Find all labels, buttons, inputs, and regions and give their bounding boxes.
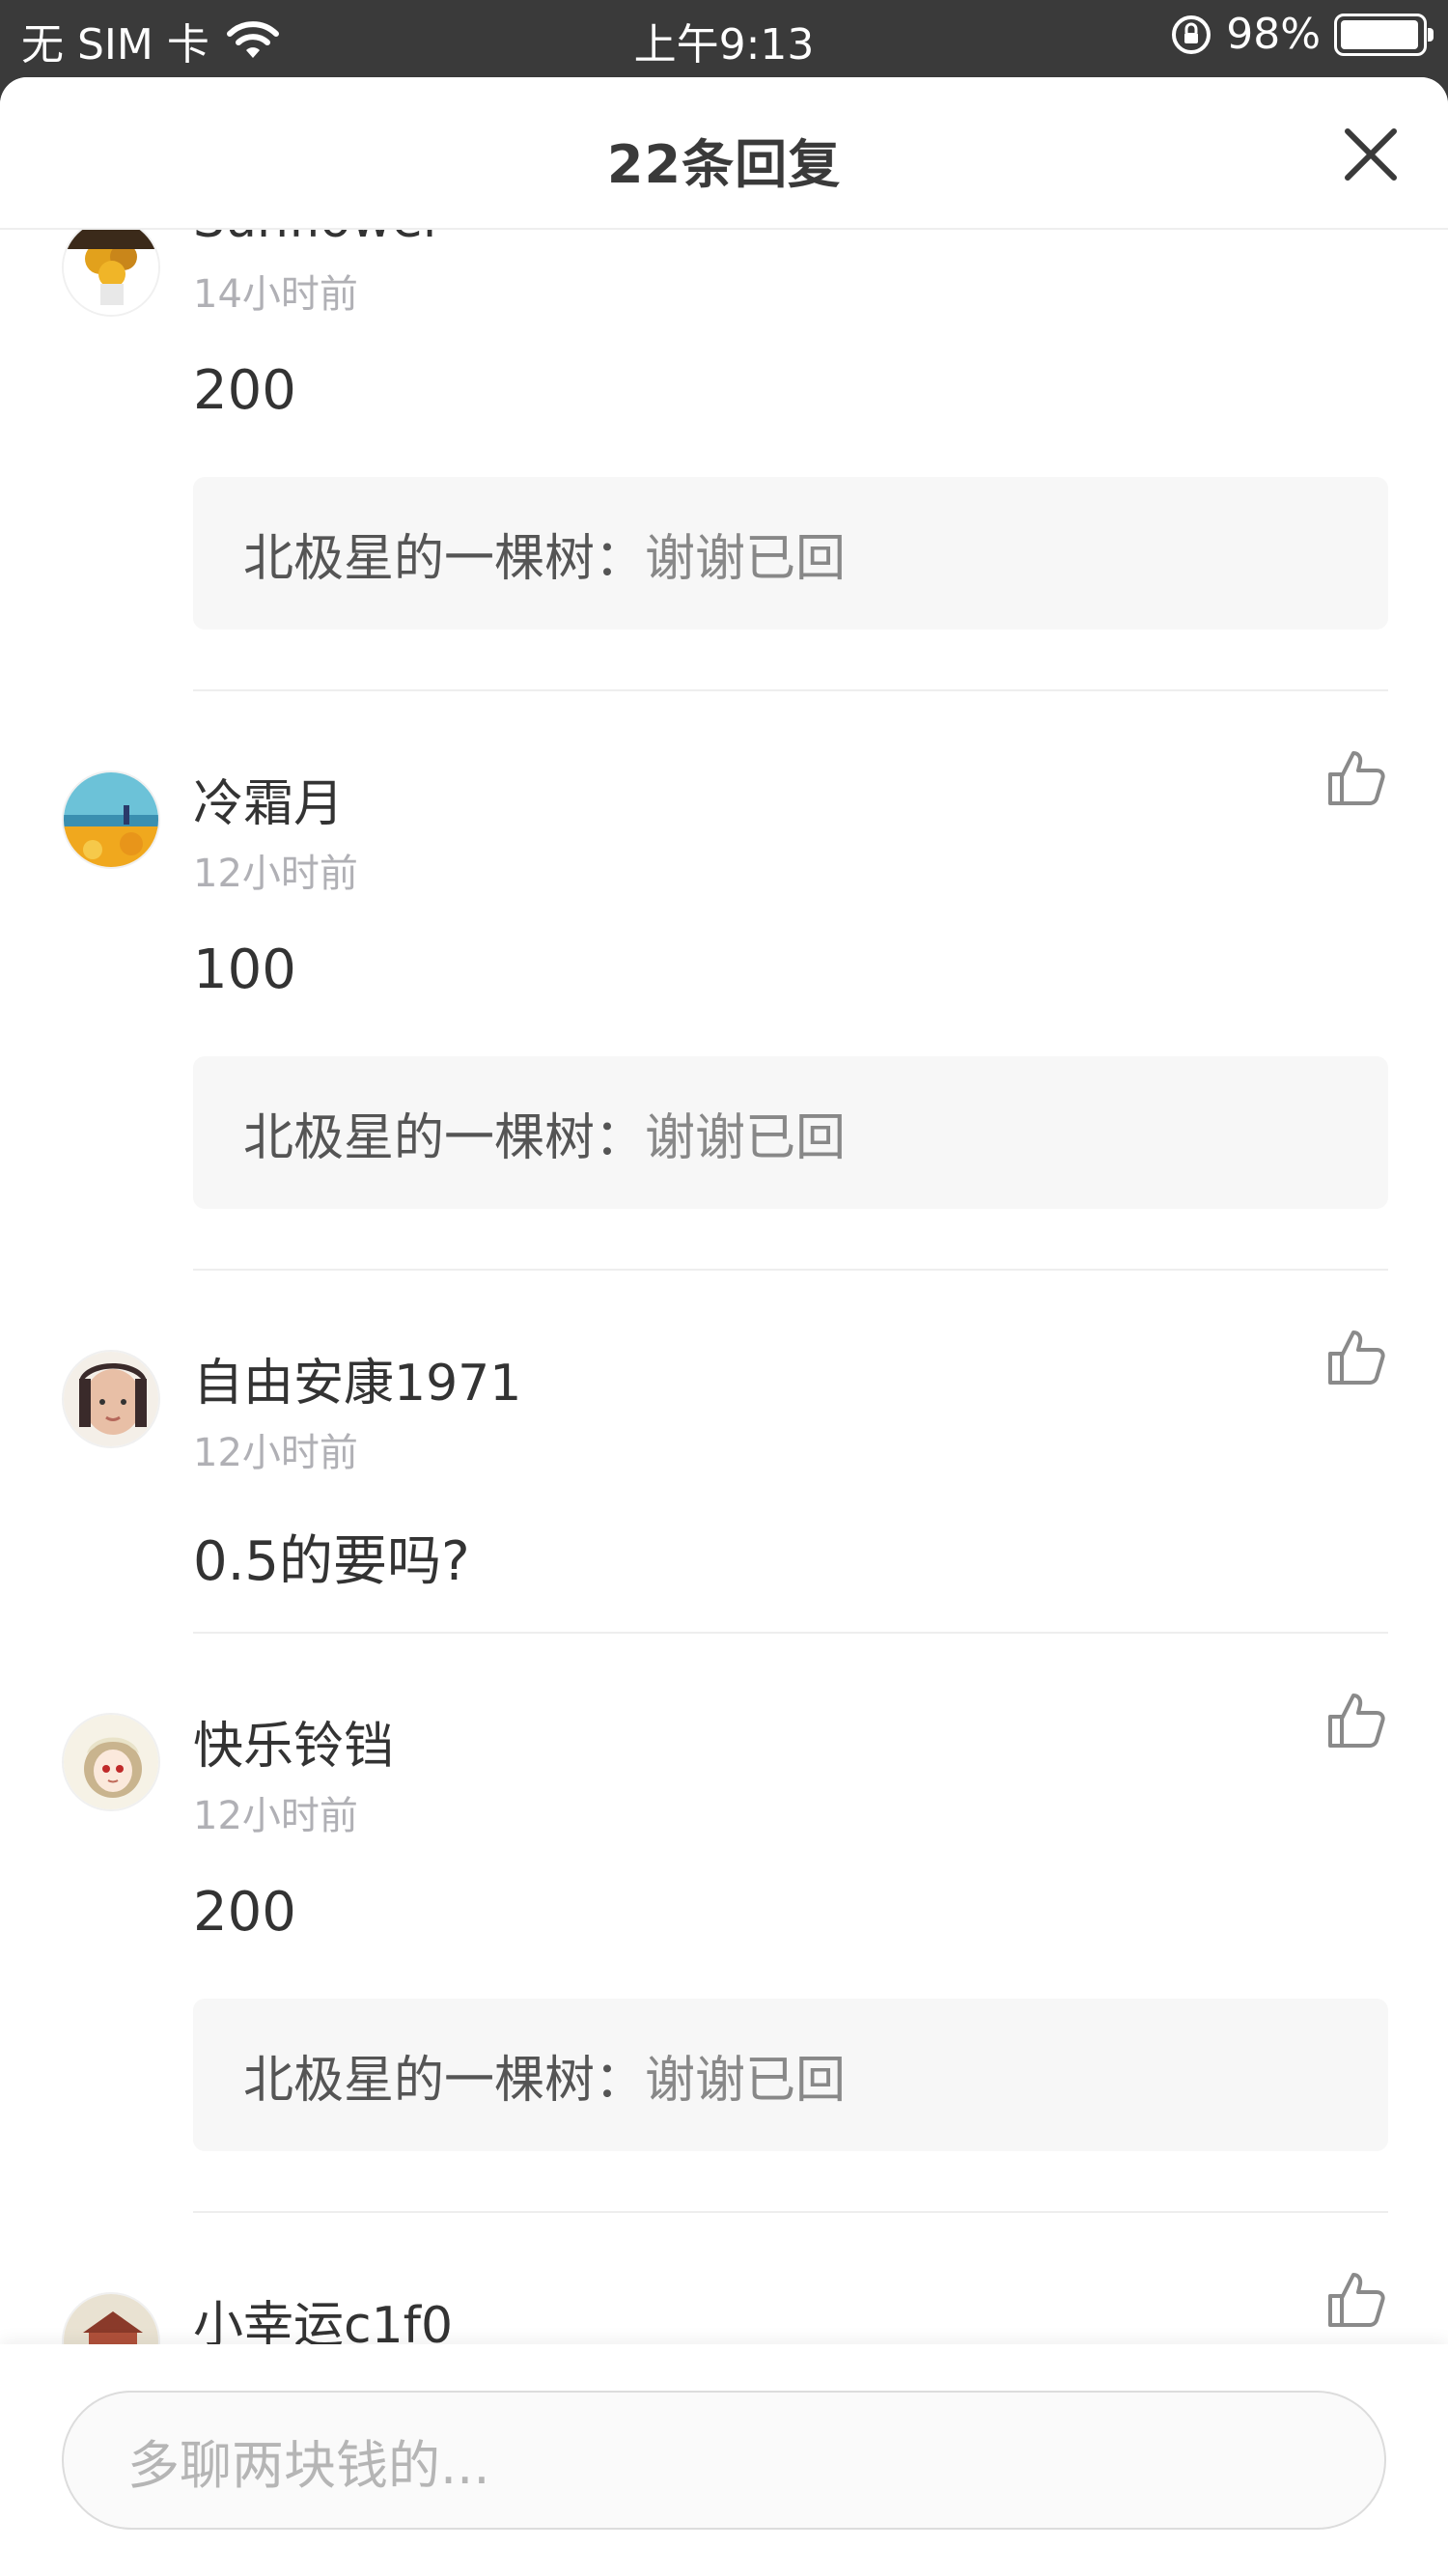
rotation-lock-icon bbox=[1170, 14, 1212, 56]
avatar[interactable] bbox=[62, 218, 160, 317]
comment-content: 200 bbox=[193, 359, 296, 422]
close-icon[interactable] bbox=[1340, 124, 1402, 185]
reply-box[interactable]: 北极星的一棵树： 谢谢已回 bbox=[193, 1056, 1388, 1209]
thumbs-up-icon[interactable] bbox=[1326, 747, 1386, 807]
divider bbox=[193, 689, 1388, 691]
comment-content: 100 bbox=[193, 938, 296, 1001]
reply-author[interactable]: 北极星的一棵树： bbox=[243, 518, 645, 590]
reply-text: 谢谢已回 bbox=[645, 529, 847, 588]
timestamp: 12小时前 bbox=[193, 852, 358, 896]
sheet-header: 22条回复 bbox=[0, 77, 1448, 230]
status-right: 98% bbox=[1170, 10, 1434, 59]
reply-text: 谢谢已回 bbox=[645, 1108, 847, 1167]
reply-author[interactable]: 北极星的一棵树： bbox=[243, 2039, 645, 2112]
comment-input[interactable]: 多聊两块钱的... bbox=[62, 2391, 1386, 2530]
page-title: 22条回复 bbox=[606, 134, 842, 195]
username[interactable]: 自由安康1971 bbox=[193, 1342, 521, 1414]
timestamp: 12小时前 bbox=[193, 1794, 358, 1838]
thumbs-up-icon[interactable] bbox=[1326, 2269, 1386, 2329]
replies-sheet: Sunflower 14小时前 200 北极星的一棵树： 谢谢已回 bbox=[0, 77, 1448, 2576]
username[interactable]: 快乐铃铛 bbox=[193, 1705, 394, 1778]
comment-list[interactable]: Sunflower 14小时前 200 北极星的一棵树： 谢谢已回 bbox=[0, 77, 1448, 2576]
battery-percent: 98% bbox=[1226, 10, 1321, 59]
reply-box[interactable]: 北极星的一棵树： 谢谢已回 bbox=[193, 1999, 1388, 2151]
timestamp: 12小时前 bbox=[193, 1431, 358, 1475]
battery-icon bbox=[1334, 13, 1434, 56]
avatar[interactable] bbox=[62, 1350, 160, 1448]
battery-level bbox=[1341, 19, 1419, 49]
timestamp: 14小时前 bbox=[193, 272, 358, 317]
thumbs-up-icon[interactable] bbox=[1326, 1327, 1386, 1386]
thumbs-up-icon[interactable] bbox=[1326, 1690, 1386, 1750]
comment-content: 200 bbox=[193, 1881, 296, 1944]
avatar[interactable] bbox=[62, 770, 160, 869]
avatar[interactable] bbox=[62, 1713, 160, 1811]
username[interactable]: 冷霜月 bbox=[193, 763, 344, 835]
comment-content: 0.5的要吗? bbox=[193, 1530, 470, 1593]
divider bbox=[193, 1269, 1388, 1271]
close-button[interactable] bbox=[1340, 124, 1402, 185]
divider bbox=[193, 1632, 1388, 1634]
reply-box[interactable]: 北极星的一棵树： 谢谢已回 bbox=[193, 477, 1388, 630]
comment-input-bar: 多聊两块钱的... bbox=[0, 2344, 1448, 2576]
reply-author[interactable]: 北极星的一棵树： bbox=[243, 1097, 645, 1169]
reply-text: 谢谢已回 bbox=[645, 2051, 847, 2110]
status-bar: 无 SIM 卡 上午9:13 98% bbox=[0, 0, 1448, 77]
divider bbox=[193, 2211, 1388, 2213]
